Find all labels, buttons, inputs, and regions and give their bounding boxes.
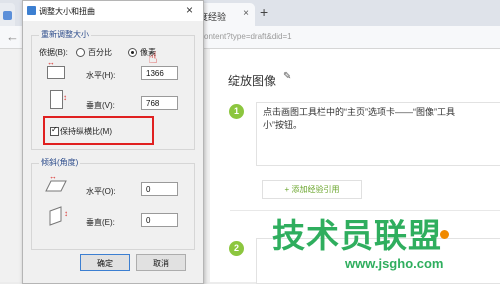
vertical-resize-input[interactable]: 768 (141, 96, 178, 110)
hand-cursor-icon: ☝ (148, 50, 158, 67)
paint-app-icon (27, 6, 36, 15)
new-tab-icon[interactable]: + (260, 5, 268, 19)
dialog-titlebar[interactable]: 调整大小和扭曲 × (23, 1, 203, 21)
step-number-2: 2 (229, 241, 244, 256)
url-text[interactable]: content?type=draft&did=1 (200, 32, 292, 41)
horizontal-resize-icon (47, 66, 65, 79)
skew-horizontal-label: 水平(O): (86, 187, 116, 196)
percent-label[interactable]: 百分比 (88, 47, 112, 58)
skew-horizontal-input[interactable]: 0 (141, 182, 178, 196)
skew-vertical-label: 垂直(E): (86, 218, 115, 227)
step-number-1: 1 (229, 104, 244, 119)
tab-previous[interactable] (0, 3, 15, 26)
tab-close-icon[interactable]: × (243, 8, 249, 19)
cancel-button[interactable]: 取消 (136, 254, 186, 271)
back-arrow-icon[interactable]: ← (6, 29, 19, 44)
watermark-url: www.jsgho.com (345, 256, 444, 271)
add-reference-button[interactable]: + 添加经验引用 (262, 180, 362, 199)
skew-vertical-icon (49, 206, 62, 226)
vertical-resize-icon (50, 90, 63, 109)
resize-skew-dialog: 调整大小和扭曲 × 重新调整大小 依据(B): 百分比 像素 ☝ ↔ 水平(H)… (22, 0, 204, 284)
section-title: 绽放图像 (228, 74, 277, 88)
vertical-arrow-icon: ↕ (63, 93, 67, 102)
watermark-dot (440, 230, 449, 239)
watermark-logo-text: 技术员联盟 (272, 217, 442, 254)
resize-group-legend: 重新调整大小 (39, 29, 91, 40)
skew-group-legend: 倾斜(角度) (39, 157, 81, 168)
horizontal-resize-input[interactable]: 1366 (141, 66, 178, 80)
step-1-text: 点击画图工具栏中的“主页”选项卡——“图像”工具 小”按钮。 (263, 106, 500, 132)
pencil-icon[interactable]: ✎ (283, 71, 291, 82)
close-icon[interactable]: × (186, 3, 193, 17)
horizontal-label: 水平(H): (86, 71, 116, 80)
favicon-icon (3, 11, 12, 20)
keep-ratio-checkbox[interactable] (50, 125, 59, 136)
skew-vertical-arrow-icon: ↕ (64, 209, 68, 218)
ok-button[interactable]: 确定 (80, 254, 130, 271)
basis-label: 依据(B): (39, 48, 68, 57)
vertical-label: 垂直(V): (86, 101, 115, 110)
dialog-title: 调整大小和扭曲 (39, 7, 95, 16)
step-1-line-2: 小”按钮。 (263, 120, 302, 130)
skew-vertical-input[interactable]: 0 (141, 213, 178, 227)
step-1-line-1: 点击画图工具栏中的“主页”选项卡——“图像”工具 (263, 107, 455, 117)
percent-radio[interactable] (76, 48, 85, 57)
pixels-radio[interactable] (128, 48, 137, 57)
keep-ratio-label[interactable]: 保持纵横比(M) (60, 126, 112, 137)
skew-horizontal-icon (45, 180, 67, 192)
